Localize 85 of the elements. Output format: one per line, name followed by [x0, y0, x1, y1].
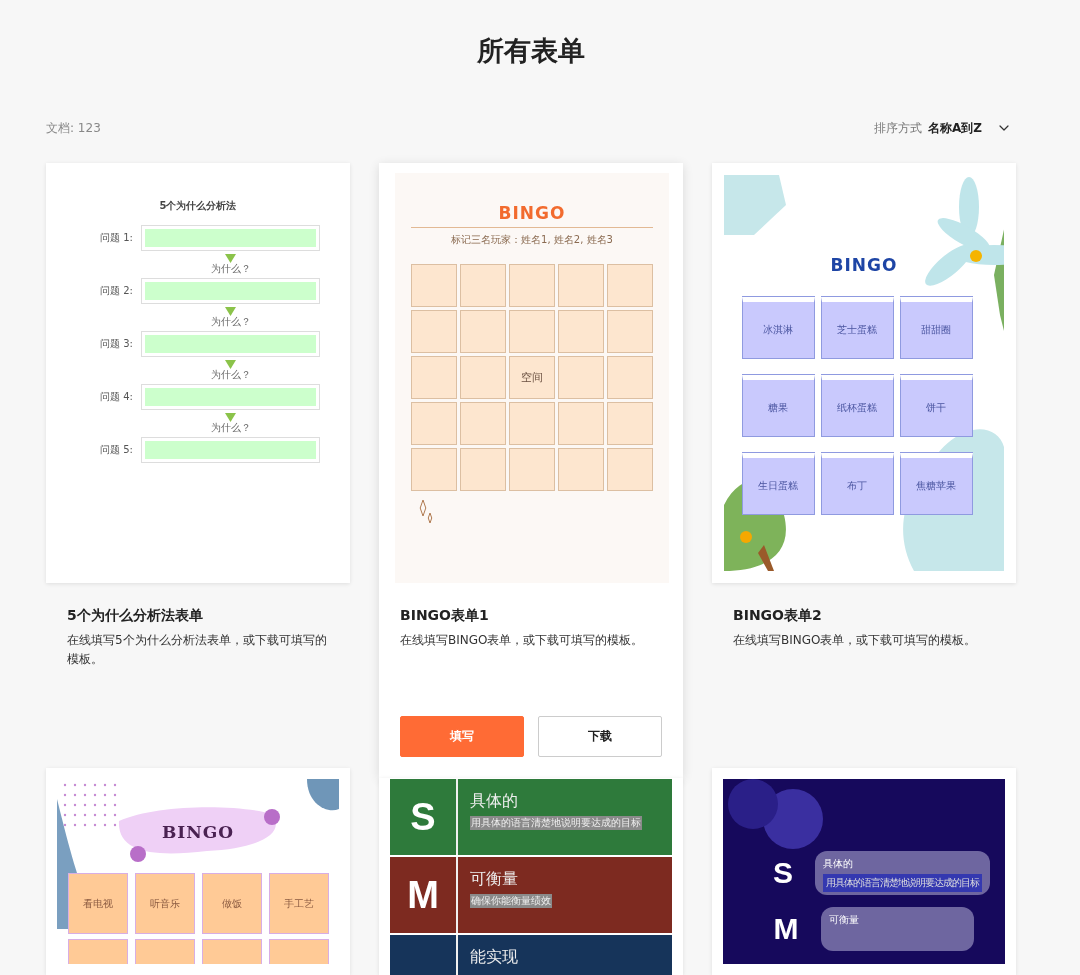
row-text: 确保你能衡量绩效	[470, 894, 552, 908]
bingo-square	[509, 402, 555, 445]
step-text: 用具体的语言清楚地说明要达成的目标	[823, 874, 982, 892]
bingo-square	[558, 310, 604, 353]
page-title: 所有表单	[476, 34, 586, 68]
bingo-card: 生日蛋糕	[741, 453, 815, 515]
form-preview[interactable]: BINGO 看电视 听音乐 做饭 手工艺	[46, 768, 350, 975]
bingo-square	[411, 356, 457, 399]
letter-label: S	[773, 856, 793, 890]
step-title: 具体的	[823, 857, 854, 871]
row-text: 用具体的语言清楚地说明要达成的目标	[470, 816, 642, 830]
bingo-square	[607, 448, 653, 491]
bingo-square: 做饭	[201, 873, 262, 934]
form-preview[interactable]: BINGO 标记三名玩家：姓名1, 姓名2, 姓名3 空间	[379, 163, 683, 583]
bingo-square: 空间	[509, 356, 555, 399]
bingo-square	[607, 356, 653, 399]
bingo-card: 纸杯蛋糕	[820, 375, 894, 437]
row-title: 可衡量	[470, 869, 518, 890]
why-label: 为什么？	[210, 263, 251, 275]
question-label: 问题 2:	[100, 284, 134, 298]
form-title[interactable]: BINGO表单1	[400, 605, 663, 625]
letter-label: S	[390, 779, 458, 855]
bingo-square	[558, 402, 604, 445]
bingo-card: 饼干	[899, 375, 973, 437]
question-label: 问题 3:	[100, 337, 134, 351]
bingo-square	[411, 402, 457, 445]
bingo-square	[509, 448, 555, 491]
form-preview[interactable]: BINGO 冰淇淋 芝士蛋糕 甜甜圈 糖果 纸杯蛋糕 饼干 生日蛋糕 布丁 焦糖苹果	[712, 163, 1016, 583]
bingo-square	[460, 310, 506, 353]
bingo-card: 芝士蛋糕	[820, 297, 894, 359]
bingo-card: 冰淇淋	[741, 297, 815, 359]
bingo-heading: BINGO	[830, 255, 898, 275]
bingo-square: 看电视	[67, 873, 128, 934]
bingo-square	[558, 448, 604, 491]
down-triangle-icon	[225, 413, 236, 422]
bingo-square	[558, 264, 604, 307]
letter-label: M	[390, 857, 458, 933]
document-heading: 5个为什么分析法	[158, 199, 238, 213]
form-description: 在线填写5个为什么分析法表单，或下载可填写的模板。	[67, 632, 328, 668]
sort-dropdown[interactable]: 排序方式 名称A到Z	[874, 119, 1016, 137]
players-line: 标记三名玩家：姓名1, 姓名2, 姓名3	[450, 233, 614, 247]
down-triangle-icon	[225, 307, 236, 316]
bingo-card: 焦糖苹果	[899, 453, 973, 515]
form-title[interactable]: 5个为什么分析法表单	[67, 605, 330, 625]
bingo-card: 布丁	[820, 453, 894, 515]
bingo-heading: BINGO	[497, 203, 567, 223]
download-button[interactable]: 下载	[538, 716, 662, 757]
row-title: 具体的	[470, 791, 518, 812]
question-label: 问题 4:	[100, 390, 134, 404]
down-triangle-icon	[225, 254, 236, 263]
bingo-square	[411, 310, 457, 353]
form-card[interactable]: BINGO 标记三名玩家：姓名1, 姓名2, 姓名3 空间 BINGO表单1 在线填写BINGO表单，或下载可填写的模板。 填写 下载	[379, 163, 683, 778]
why-label: 为什么？	[210, 316, 251, 328]
form-title[interactable]: BINGO表单2	[733, 605, 996, 625]
bingo-square	[411, 448, 457, 491]
bingo-square	[460, 356, 506, 399]
form-preview[interactable]: S 具体的 用具体的语言清楚地说明要达成的目标 M 可衡量 确保你能衡量绩效 能实现	[379, 778, 683, 975]
form-description: 在线填写BINGO表单，或下载可填写的模板。	[400, 632, 645, 649]
bingo-square: 手工艺	[268, 873, 329, 934]
bingo-card: 甜甜圈	[899, 297, 973, 359]
step-title: 可衡量	[829, 913, 860, 927]
bingo-square	[460, 402, 506, 445]
bingo-square	[509, 310, 555, 353]
bingo-square	[411, 264, 457, 307]
bingo-square	[460, 448, 506, 491]
row-title: 能实现	[470, 947, 518, 968]
letter-label: M	[773, 912, 799, 946]
bingo-card: 糖果	[741, 375, 815, 437]
bingo-square	[607, 402, 653, 445]
why-label: 为什么？	[210, 369, 251, 381]
document-count: 文档: 123	[46, 119, 101, 137]
bingo-square	[509, 264, 555, 307]
bingo-square	[607, 310, 653, 353]
bingo-square	[558, 356, 604, 399]
bingo-square	[460, 264, 506, 307]
form-preview[interactable]: 5个为什么分析法 问题 1: 为什么？ 问题 2: 为什么？ 问题 3: 为什么？ 问题 4: 为什么？ 问题 5:	[46, 163, 350, 583]
why-label: 为什么？	[210, 422, 251, 434]
question-label: 问题 5:	[100, 443, 134, 457]
down-triangle-icon	[225, 360, 236, 369]
bingo-square: 听音乐	[134, 873, 195, 934]
bingo-heading: BINGO	[161, 822, 235, 842]
form-preview[interactable]: S 具体的 用具体的语言清楚地说明要达成的目标 M 可衡量	[712, 768, 1016, 975]
form-description: 在线填写BINGO表单，或下载可填写的模板。	[733, 632, 978, 649]
question-label: 问题 1:	[100, 231, 134, 245]
bingo-square	[607, 264, 653, 307]
